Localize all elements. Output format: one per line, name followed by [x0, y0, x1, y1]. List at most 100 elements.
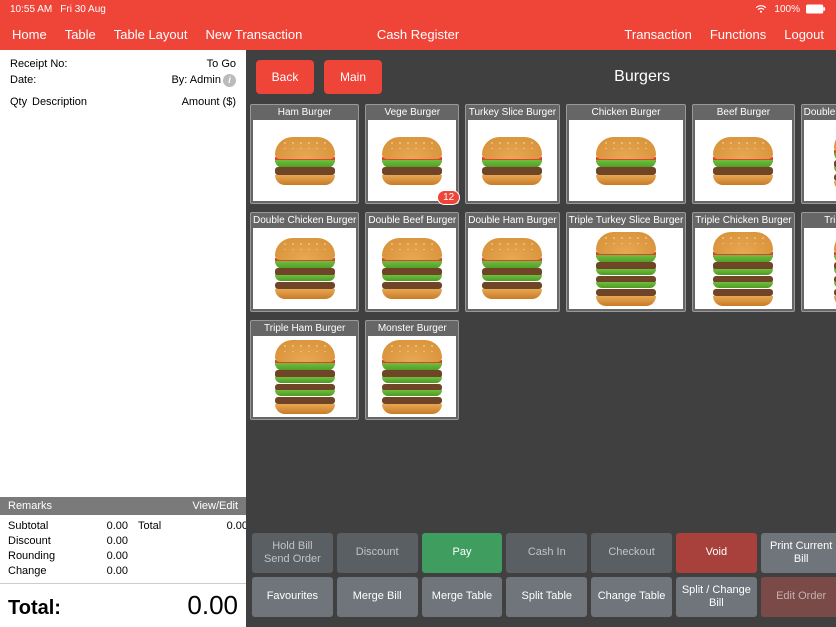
change-label: Change: [8, 564, 68, 579]
product-label: Beef Burger: [693, 105, 793, 120]
product-card[interactable]: Double Chicken Burger: [250, 212, 359, 312]
product-card[interactable]: Vege Burger12: [365, 104, 459, 204]
product-card[interactable]: Triple Beef Burger: [801, 212, 836, 312]
merge-table-button[interactable]: Merge Table: [422, 577, 503, 617]
product-image: [804, 120, 836, 201]
receipt-date-label: Date:: [10, 72, 36, 88]
product-image: [253, 120, 356, 201]
change-table-button[interactable]: Change Table: [591, 577, 672, 617]
checkout-button[interactable]: Checkout: [591, 533, 672, 573]
battery-icon: [806, 4, 826, 14]
nav-table[interactable]: Table: [65, 27, 96, 42]
subtotal-label: Subtotal: [8, 519, 68, 534]
change-value: 0.00: [78, 564, 128, 579]
battery-percent: 100%: [774, 4, 800, 15]
product-card[interactable]: Triple Ham Burger: [250, 320, 359, 420]
product-card[interactable]: Triple Chicken Burger: [692, 212, 794, 312]
merge-bill-button[interactable]: Merge Bill: [337, 577, 418, 617]
favourites-button[interactable]: Favourites: [252, 577, 333, 617]
info-icon[interactable]: i: [223, 74, 236, 87]
hold-bill-send-order-button[interactable]: Hold BillSend Order: [252, 533, 333, 573]
product-image: [468, 228, 556, 309]
grand-total-value: 0.00: [187, 590, 238, 621]
product-image: [368, 228, 456, 309]
category-title: Burgers: [392, 68, 836, 86]
product-label: Triple Turkey Slice Burger: [567, 213, 686, 228]
product-label: Double Chicken Burger: [251, 213, 358, 228]
remarks-label: Remarks: [8, 500, 52, 512]
total-label: Total: [138, 519, 188, 534]
nav-transaction[interactable]: Transaction: [624, 27, 691, 42]
edit-order-button[interactable]: Edit Order: [761, 577, 836, 617]
discount-value: 0.00: [78, 534, 128, 549]
rounding-value: 0.00: [78, 549, 128, 564]
discount-label: Discount: [8, 534, 68, 549]
product-card[interactable]: Double Ham Burger: [465, 212, 559, 312]
print-current-bill-button[interactable]: Print Current Bill: [761, 533, 836, 573]
pay-button[interactable]: Pay: [422, 533, 503, 573]
split-change-bill-button[interactable]: Split / Change Bill: [676, 577, 757, 617]
product-label: Double Beef Burger: [366, 213, 458, 228]
void-button[interactable]: Void: [676, 533, 757, 573]
nav-new-transaction[interactable]: New Transaction: [206, 27, 303, 42]
product-label: Double Ham Burger: [466, 213, 558, 228]
product-label: Triple Chicken Burger: [693, 213, 793, 228]
product-card[interactable]: Chicken Burger: [566, 104, 687, 204]
receipt-no-label: Receipt No:: [10, 56, 67, 72]
remarks-bar[interactable]: Remarks View/Edit: [0, 497, 246, 515]
product-image: 12: [368, 120, 456, 201]
order-type: To Go: [207, 56, 236, 72]
main-button[interactable]: Main: [324, 60, 382, 94]
rounding-label: Rounding: [8, 549, 68, 564]
nav-table-layout[interactable]: Table Layout: [114, 27, 188, 42]
product-image: [368, 336, 456, 417]
product-label: Vege Burger: [366, 105, 458, 120]
product-image: [468, 120, 556, 201]
nav-logout[interactable]: Logout: [784, 27, 824, 42]
product-card[interactable]: Monster Burger: [365, 320, 459, 420]
cash-in-button[interactable]: Cash In: [506, 533, 587, 573]
subtotal-value: 0.00: [78, 519, 128, 534]
nav-home[interactable]: Home: [12, 27, 47, 42]
product-card[interactable]: Beef Burger: [692, 104, 794, 204]
status-bar: 10:55 AM Fri 30 Aug 100%: [0, 0, 836, 18]
receipt-by: By: Admini: [171, 72, 236, 88]
split-table-button[interactable]: Split Table: [506, 577, 587, 617]
col-qty: Qty: [10, 96, 32, 108]
nav-bar: Home Table Table Layout New Transaction Cas…: [0, 18, 836, 50]
product-label: Triple Ham Burger: [251, 321, 358, 336]
remarks-action[interactable]: View/Edit: [192, 500, 238, 512]
total-value: 0.00: [198, 519, 248, 534]
receipt-items: [0, 112, 246, 497]
product-image: [569, 120, 684, 201]
page-title: Cash Register: [377, 27, 459, 42]
wifi-icon: [754, 4, 768, 14]
product-label: Ham Burger: [251, 105, 358, 120]
product-label: Double Turkey Slice Burger: [802, 105, 836, 120]
product-image: [695, 228, 791, 309]
col-amount: Amount ($): [182, 96, 236, 108]
product-card[interactable]: Double Turkey Slice Burger: [801, 104, 836, 204]
status-time: 10:55 AM: [10, 4, 52, 15]
stock-badge: 12: [437, 190, 460, 205]
status-date: Fri 30 Aug: [60, 4, 106, 15]
product-image: [253, 228, 356, 309]
receipt-panel: Receipt No: To Go Date: By: Admini Qty D…: [0, 50, 246, 627]
back-button[interactable]: Back: [256, 60, 314, 94]
product-card[interactable]: Ham Burger: [250, 104, 359, 204]
product-image: [569, 228, 684, 309]
product-image: [804, 228, 836, 309]
product-label: Monster Burger: [366, 321, 458, 336]
product-label: Chicken Burger: [567, 105, 686, 120]
discount-button[interactable]: Discount: [337, 533, 418, 573]
product-label: Triple Beef Burger: [802, 213, 836, 228]
col-desc: Description: [32, 96, 182, 108]
product-label: Turkey Slice Burger: [466, 105, 558, 120]
nav-functions[interactable]: Functions: [710, 27, 766, 42]
product-card[interactable]: Double Beef Burger: [365, 212, 459, 312]
product-card[interactable]: Triple Turkey Slice Burger: [566, 212, 687, 312]
product-image: [695, 120, 791, 201]
product-card[interactable]: Turkey Slice Burger: [465, 104, 559, 204]
grand-total-label: Total:: [8, 597, 61, 620]
product-image: [253, 336, 356, 417]
